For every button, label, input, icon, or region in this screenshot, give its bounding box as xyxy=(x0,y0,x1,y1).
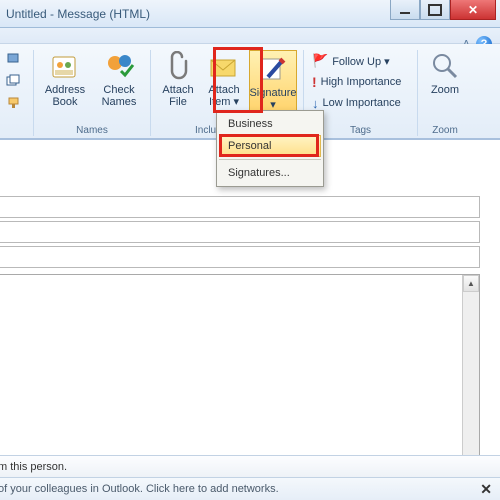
scrollbar[interactable]: ▲ ▼ xyxy=(462,275,479,483)
attach-file-button[interactable]: AttachFile xyxy=(157,50,199,108)
maximize-button[interactable] xyxy=(420,0,450,20)
minimize-button[interactable] xyxy=(390,0,420,20)
signature-menu-business[interactable]: Business xyxy=(219,113,321,135)
address-book-label: AddressBook xyxy=(45,84,85,108)
high-importance-label: High Importance xyxy=(321,76,402,88)
ribbon-group-names: AddressBook CheckNames Names xyxy=(34,50,151,136)
magnifier-icon xyxy=(429,50,461,82)
low-importance-icon: ↓ xyxy=(312,96,319,111)
attach-item-button[interactable]: AttachItem ▾ xyxy=(203,50,245,108)
group-label-zoom: Zoom xyxy=(432,123,458,136)
low-importance-label: Low Importance xyxy=(323,97,401,109)
message-body[interactable]: ▲ ▼ xyxy=(0,274,480,484)
envelope-icon xyxy=(208,50,240,82)
subject-field[interactable] xyxy=(0,246,480,268)
info-bar-2-text: of your colleagues in Outlook. Click her… xyxy=(0,483,279,495)
address-book-button[interactable]: AddressBook xyxy=(40,50,90,108)
ribbon-tab-strip xyxy=(0,28,500,44)
copy-button[interactable] xyxy=(4,72,24,90)
group-label-names: Names xyxy=(76,123,108,136)
high-importance-button[interactable]: ! High Importance xyxy=(312,73,409,91)
follow-up-label: Follow Up ▾ xyxy=(332,55,389,68)
window-controls xyxy=(390,0,496,20)
cc-field[interactable] xyxy=(0,221,480,243)
low-importance-button[interactable]: ↓ Low Importance xyxy=(312,94,409,112)
check-names-button[interactable]: CheckNames xyxy=(94,50,144,108)
menu-separator xyxy=(219,159,321,160)
title-bar: Untitled - Message (HTML) xyxy=(0,0,500,28)
follow-up-button[interactable]: 🚩 Follow Up ▾ xyxy=(312,52,409,70)
ribbon-group-clipboard xyxy=(0,50,34,136)
close-button[interactable] xyxy=(450,0,496,20)
zoom-label: Zoom xyxy=(431,84,459,96)
info-bar-1-text: m this person. xyxy=(0,461,67,473)
scroll-track[interactable] xyxy=(463,292,479,466)
signature-menu-signatures[interactable]: Signatures... xyxy=(219,162,321,184)
attach-file-label: AttachFile xyxy=(162,84,193,108)
ribbon-group-zoom: Zoom Zoom xyxy=(418,50,472,136)
cut-button[interactable] xyxy=(4,50,24,68)
window-title: Untitled - Message (HTML) xyxy=(6,7,150,21)
signature-dropdown: Business Personal Signatures... xyxy=(216,110,324,187)
signature-button[interactable]: Signature▾ xyxy=(249,50,297,114)
info-bar-1: m this person. xyxy=(0,455,500,477)
flag-icon: 🚩 xyxy=(312,53,328,69)
zoom-button[interactable]: Zoom xyxy=(424,50,466,96)
format-painter-button[interactable] xyxy=(4,94,24,112)
to-field[interactable] xyxy=(0,196,480,218)
address-book-icon xyxy=(49,50,81,82)
group-label-tags: Tags xyxy=(350,123,371,136)
info-bar-close-icon[interactable]: ✕ xyxy=(480,481,492,498)
message-fields: ▲ ▼ xyxy=(0,196,500,484)
signature-icon xyxy=(257,53,289,85)
check-names-icon xyxy=(103,50,135,82)
attach-item-label: AttachItem ▾ xyxy=(208,84,239,108)
scroll-up-button[interactable]: ▲ xyxy=(463,275,479,292)
high-importance-icon: ! xyxy=(312,74,317,90)
signature-menu-personal[interactable]: Personal xyxy=(219,135,321,157)
info-bar-2[interactable]: of your colleagues in Outlook. Click her… xyxy=(0,477,500,500)
check-names-label: CheckNames xyxy=(102,84,137,108)
paperclip-icon xyxy=(162,50,194,82)
signature-label: Signature▾ xyxy=(249,87,296,111)
